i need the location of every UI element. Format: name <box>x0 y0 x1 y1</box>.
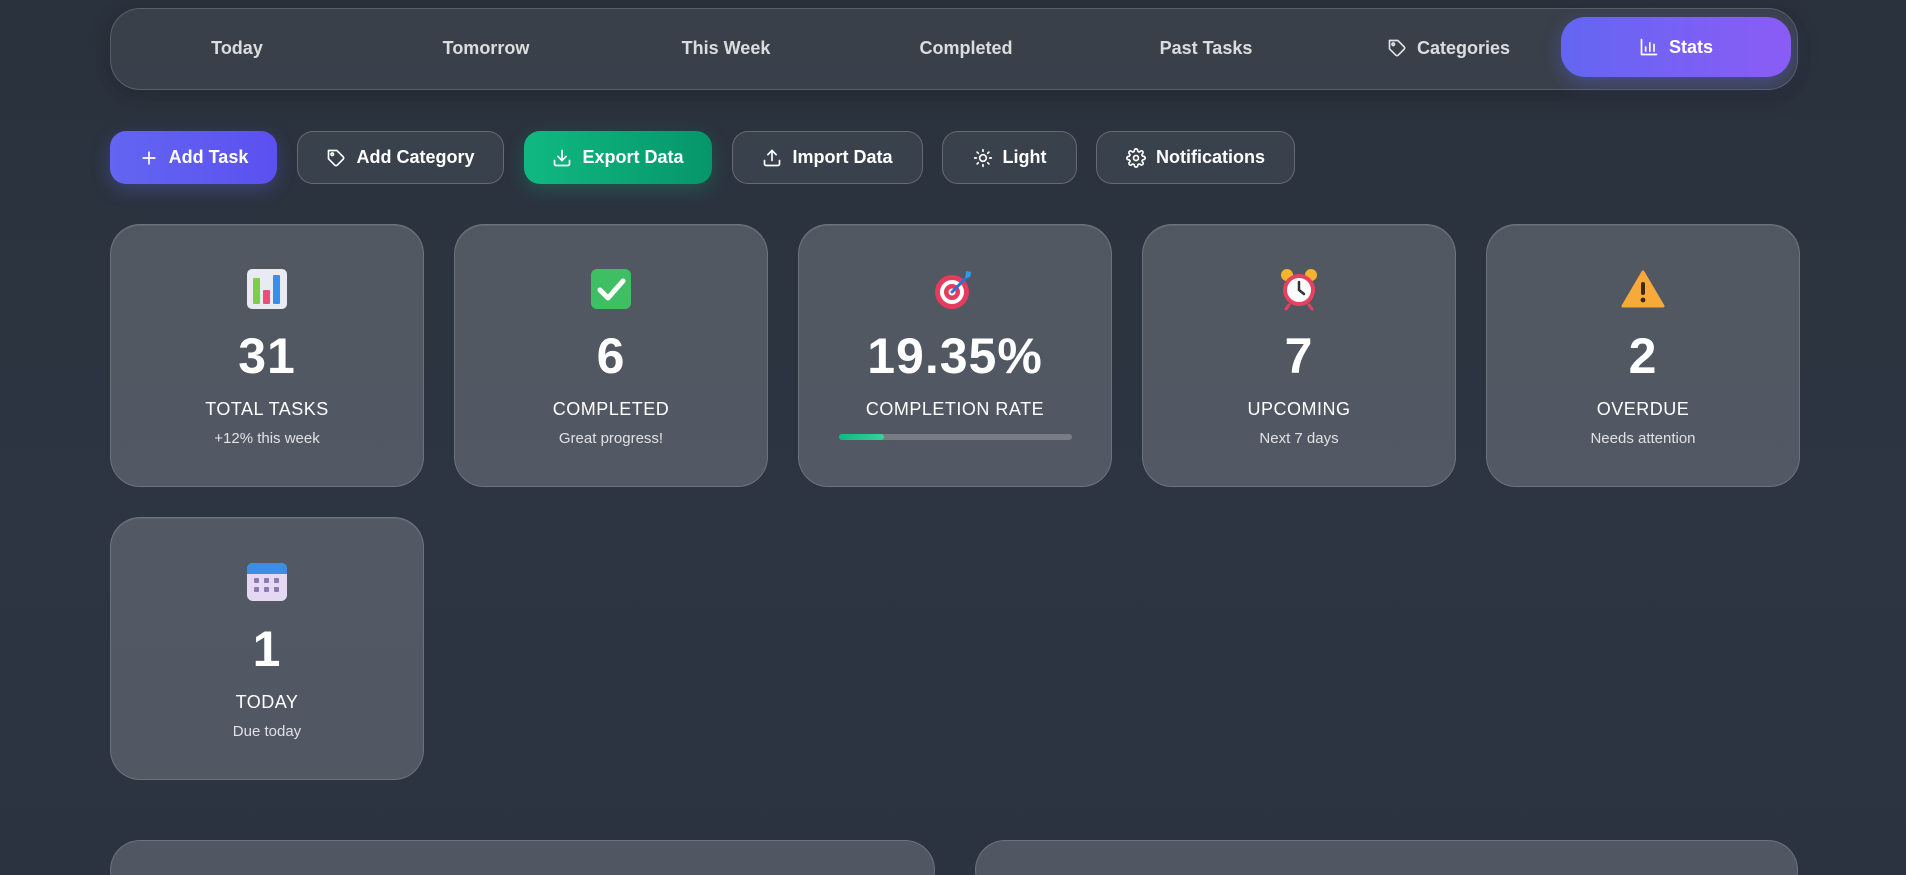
stats-page: Today Tomorrow This Week Completed Past … <box>0 0 1906 875</box>
tab-categories[interactable]: Categories <box>1361 17 1536 79</box>
tab-label: Past Tasks <box>1159 37 1253 58</box>
bar-chart-icon <box>1639 37 1659 57</box>
download-icon <box>552 148 572 168</box>
bar-chart-emoji-icon <box>111 267 423 311</box>
button-label: Add Task <box>168 147 249 167</box>
stat-sublabel: +12% this week <box>214 430 320 447</box>
stat-value: 7 <box>1284 328 1314 384</box>
stat-label: OVERDUE <box>1596 399 1690 419</box>
stat-card-completion-rate: 19.35% COMPLETION RATE <box>798 224 1112 487</box>
button-label: Import Data <box>792 147 893 167</box>
stat-label: UPCOMING <box>1247 399 1351 419</box>
button-label: Light <box>1002 147 1047 167</box>
tab-label: Today <box>211 37 263 58</box>
gear-icon <box>1126 147 1146 168</box>
stat-sublabel: Due today <box>232 723 302 740</box>
stat-sublabel: Needs attention <box>1590 430 1696 447</box>
bottom-panel-right <box>975 840 1798 875</box>
theme-toggle-button[interactable]: Light <box>942 131 1077 184</box>
tab-completed[interactable]: Completed <box>891 17 1041 79</box>
check-mark-emoji-icon <box>455 267 767 311</box>
tab-label: Stats <box>1668 36 1713 57</box>
stat-value: 6 <box>596 328 626 384</box>
tag-icon <box>326 148 346 168</box>
tag-icon <box>1387 38 1407 58</box>
button-label: Add Category <box>356 147 475 167</box>
button-label: Notifications <box>1155 147 1265 167</box>
stat-card-completed: 6 COMPLETED Great progress! <box>454 224 768 487</box>
stat-card-overdue: 2 OVERDUE Needs attention <box>1486 224 1800 487</box>
stat-sublabel: Next 7 days <box>1259 430 1339 447</box>
calendar-emoji-icon <box>111 560 423 604</box>
tab-label: Completed <box>919 37 1013 58</box>
upload-icon <box>762 148 782 168</box>
stat-value: 31 <box>238 328 296 384</box>
tab-tomorrow[interactable]: Tomorrow <box>411 17 561 79</box>
stat-card-upcoming: 7 UPCOMING Next 7 days <box>1142 224 1456 487</box>
sun-icon <box>973 148 993 168</box>
bottom-panel-left <box>110 840 935 875</box>
tab-past-tasks[interactable]: Past Tasks <box>1131 17 1281 79</box>
tab-label: This Week <box>681 37 771 58</box>
stat-value: 2 <box>1628 328 1658 384</box>
add-task-button[interactable]: Add Task <box>110 131 277 184</box>
stat-card-total-tasks: 31 TOTAL TASKS +12% this week <box>110 224 424 487</box>
add-category-button[interactable]: Add Category <box>297 131 504 184</box>
warning-emoji-icon <box>1487 267 1799 311</box>
tab-label: Categories <box>1416 37 1511 58</box>
notifications-button[interactable]: Notifications <box>1096 131 1295 184</box>
target-emoji-icon <box>799 267 1111 311</box>
top-nav: Today Tomorrow This Week Completed Past … <box>110 8 1798 90</box>
stat-label: TODAY <box>235 692 299 712</box>
tab-stats[interactable]: Stats <box>1561 17 1791 77</box>
tab-today[interactable]: Today <box>177 17 297 79</box>
export-data-button[interactable]: Export Data <box>524 131 712 184</box>
stat-label: COMPLETION RATE <box>865 399 1045 419</box>
stat-value: 19.35% <box>867 328 1043 384</box>
stat-label: COMPLETED <box>552 399 670 419</box>
tab-this-week[interactable]: This Week <box>651 17 801 79</box>
plus-icon <box>139 148 159 168</box>
stat-label: TOTAL TASKS <box>205 399 329 419</box>
tab-label: Tomorrow <box>442 37 530 58</box>
completion-progress-bar <box>839 434 1072 440</box>
completion-progress-fill <box>839 434 885 440</box>
alarm-clock-emoji-icon <box>1143 267 1455 311</box>
import-data-button[interactable]: Import Data <box>732 131 923 184</box>
button-label: Export Data <box>582 147 684 167</box>
stat-card-today: 1 TODAY Due today <box>110 517 424 780</box>
stat-sublabel: Great progress! <box>558 430 664 447</box>
stat-value: 1 <box>252 621 282 677</box>
